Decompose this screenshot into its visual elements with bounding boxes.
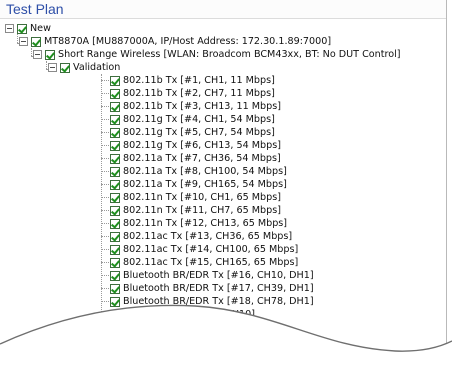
checkbox-checked-icon[interactable] — [110, 218, 120, 229]
tree-item-label: 802.11b Tx [#2, CH7, 11 Mbps] — [123, 87, 275, 99]
tree-item-label: Bluetooth BR/EDR Tx [#16, CH10, DH1] — [123, 269, 314, 281]
tree-line-item — [101, 301, 109, 302]
tree-item-label: 802.11a Tx [#8, CH100, 54 Mbps] — [123, 165, 287, 177]
collapse-toggle-icon[interactable] — [19, 37, 28, 46]
tree-item-label: 802.11g Tx [#5, CH7, 54 Mbps] — [123, 126, 275, 138]
tree-item[interactable]: 802.11g Tx [#5, CH7, 54 Mbps] — [110, 126, 275, 139]
tree-item[interactable]: 802.11ac Tx [#15, CH165, 65 Mbps] — [110, 256, 298, 269]
checkbox-checked-icon[interactable] — [110, 153, 120, 164]
tree-item[interactable]: 802.11a Tx [#9, CH165, 54 Mbps] — [110, 178, 287, 191]
tree-node-root[interactable]: New — [5, 22, 51, 35]
tree-item-label: 802.11n Tx [#11, CH7, 65 Mbps] — [123, 204, 281, 216]
tree-item[interactable]: 802.11g Tx [#6, CH13, 54 Mbps] — [110, 139, 281, 152]
tree-line-item — [101, 223, 109, 224]
checkbox-checked-icon[interactable] — [110, 75, 120, 86]
tree-item[interactable]: Bluetooth BR/EDR Tx [#17, CH39, DH1] — [110, 282, 314, 295]
tree-item-label: 802.11a Tx [#7, CH36, 54 Mbps] — [123, 152, 281, 164]
checkbox-checked-icon[interactable] — [110, 231, 120, 242]
tree-item-label: 802.11a Tx [#9, CH165, 54 Mbps] — [123, 178, 287, 190]
tree-node-system[interactable]: Short Range Wireless [WLAN: Broadcom BCM… — [33, 48, 401, 61]
tree-node-label: New — [30, 22, 51, 34]
checkbox-checked-icon[interactable] — [110, 166, 120, 177]
tree-line-items — [101, 74, 102, 336]
checkbox-checked-icon[interactable] — [31, 36, 41, 47]
tree-item[interactable]: Bluetooth BR/EDR Tx [#18, CH78, DH1] — [110, 295, 314, 308]
tree-item[interactable]: 802.11n Tx [#11, CH7, 65 Mbps] — [110, 204, 281, 217]
tree-item[interactable]: 802.11b Tx [#2, CH7, 11 Mbps] — [110, 87, 275, 100]
tree-item[interactable]: 802.11a Tx [#8, CH100, 54 Mbps] — [110, 165, 287, 178]
checkbox-checked-icon[interactable] — [110, 205, 120, 216]
tree-node-validation[interactable]: Validation — [48, 61, 120, 74]
tree-line-instrument-children — [31, 48, 32, 56]
tree-item-label: Bluetooth BR/EDR Tx [#18, CH78, DH1] — [123, 295, 314, 307]
tree-line-item — [101, 158, 109, 159]
tree-item-label: 802.11b Tx [#1, CH1, 11 Mbps] — [123, 74, 275, 86]
tree-line-item — [101, 236, 109, 237]
tree-item-label: 802.11g Tx [#6, CH13, 54 Mbps] — [123, 139, 281, 151]
panel-title: Test Plan — [6, 1, 64, 17]
tree-item-label: 802.11b Tx [#3, CH13, 11 Mbps] — [123, 100, 281, 112]
tree-item-partial[interactable]: LE Tx [#19, CH10] — [166, 308, 255, 321]
tree-item[interactable]: 802.11b Tx [#1, CH1, 11 Mbps] — [110, 74, 275, 87]
tree-line-item — [101, 106, 109, 107]
tree-item[interactable]: 802.11n Tx [#12, CH13, 65 Mbps] — [110, 217, 287, 230]
tree-item-label: Bluetooth BR/EDR Tx [#17, CH39, DH1] — [123, 282, 314, 294]
checkbox-checked-icon[interactable] — [45, 49, 55, 60]
tree-line-system-children — [46, 61, 47, 69]
tree-item[interactable]: 802.11ac Tx [#14, CH100, 65 Mbps] — [110, 243, 298, 256]
tree-line-item — [101, 119, 109, 120]
tree-item[interactable]: 802.11a Tx [#7, CH36, 54 Mbps] — [110, 152, 281, 165]
tree-item-label: 802.11ac Tx [#13, CH36, 65 Mbps] — [123, 230, 293, 242]
checkbox-checked-icon[interactable] — [110, 257, 120, 268]
tree-line-item — [101, 210, 109, 211]
checkbox-checked-icon[interactable] — [110, 88, 120, 99]
tree-item[interactable]: Bluetooth BR/EDR Tx [#16, CH10, DH1] — [110, 269, 314, 282]
tree-node-instrument[interactable]: MT8870A [MU887000A, IP/Host Address: 172… — [19, 35, 331, 48]
checkbox-checked-icon[interactable] — [110, 127, 120, 138]
checkbox-checked-icon[interactable] — [110, 101, 120, 112]
tree-item[interactable]: 802.11n Tx [#10, CH1, 65 Mbps] — [110, 191, 281, 204]
tree-line-item — [101, 171, 109, 172]
tree-line-item — [101, 249, 109, 250]
tree-line-item — [101, 288, 109, 289]
tree-item-label: 802.11ac Tx [#15, CH165, 65 Mbps] — [123, 256, 299, 268]
tree-item-label: 802.11ac Tx [#14, CH100, 65 Mbps] — [123, 243, 299, 255]
checkbox-checked-icon[interactable] — [110, 114, 120, 125]
tree-item-label: LE Tx [#19, CH10] — [166, 308, 255, 320]
tree-node-label: Short Range Wireless [WLAN: Broadcom BCM… — [58, 48, 401, 60]
tree-item-label: 802.11g Tx [#4, CH1, 54 Mbps] — [123, 113, 275, 125]
tree-node-label: Validation — [73, 61, 121, 73]
collapse-toggle-icon[interactable] — [48, 63, 57, 72]
tree-item[interactable]: 802.11b Tx [#3, CH13, 11 Mbps] — [110, 100, 281, 113]
checkbox-checked-icon[interactable] — [110, 192, 120, 203]
tree-line-item — [101, 197, 109, 198]
tree-item[interactable]: 802.11ac Tx [#13, CH36, 65 Mbps] — [110, 230, 292, 243]
tree-item[interactable]: 802.11g Tx [#4, CH1, 54 Mbps] — [110, 113, 275, 126]
test-plan-tree[interactable]: New MT8870A [MU887000A, IP/Host Address:… — [0, 18, 446, 371]
tree-item-partial[interactable]: CH39] — [205, 322, 235, 335]
checkbox-checked-icon[interactable] — [17, 23, 27, 34]
checkbox-checked-icon[interactable] — [110, 270, 120, 281]
tree-line-item — [101, 93, 109, 94]
checkbox-checked-icon[interactable] — [110, 296, 120, 307]
tree-item-label: 802.11n Tx [#10, CH1, 65 Mbps] — [123, 191, 281, 203]
collapse-toggle-icon[interactable] — [33, 50, 42, 59]
panel-header: Test Plan — [0, 0, 446, 19]
tree-line-item — [101, 262, 109, 263]
tree-line-item — [101, 80, 109, 81]
tree-item-label: 802.11n Tx [#12, CH13, 65 Mbps] — [123, 217, 288, 229]
tree-line-item — [101, 275, 109, 276]
test-plan-panel: Test Plan New MT8870A [MU887000A, IP/Hos… — [0, 0, 447, 371]
checkbox-checked-icon[interactable] — [110, 244, 120, 255]
checkbox-checked-icon[interactable] — [110, 179, 120, 190]
tree-line-item — [101, 145, 109, 146]
checkbox-checked-icon[interactable] — [110, 140, 120, 151]
tree-line-item — [101, 132, 109, 133]
checkbox-checked-icon[interactable] — [110, 283, 120, 294]
checkbox-checked-icon[interactable] — [60, 62, 70, 73]
tree-item-label: CH39] — [205, 322, 235, 334]
tree-line-item — [101, 184, 109, 185]
tree-node-label: MT8870A [MU887000A, IP/Host Address: 172… — [44, 35, 332, 47]
collapse-toggle-icon[interactable] — [5, 24, 14, 33]
